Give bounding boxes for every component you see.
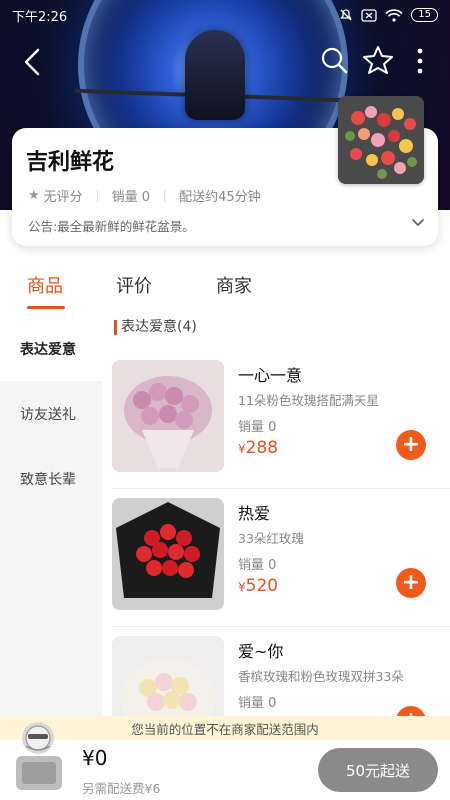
- product-name: 爱~你: [238, 642, 284, 661]
- meta-divider: [164, 189, 166, 202]
- top-nav: [0, 42, 450, 82]
- status-time: 下午2:26: [12, 9, 68, 25]
- status-bar: 下午2:26 15: [0, 0, 450, 30]
- section-title: 表达爱意(4): [114, 320, 197, 335]
- product-name: 一心一意: [238, 366, 303, 385]
- chevron-down-icon[interactable]: [410, 214, 426, 230]
- meta-divider: [96, 189, 98, 202]
- store-sales: 销量 0: [111, 190, 151, 205]
- store-meta: ★ 无评分 销量 0 配送约45分钟: [28, 186, 261, 205]
- cart-icon[interactable]: [6, 716, 76, 796]
- product-image[interactable]: [112, 498, 224, 610]
- back-icon[interactable]: [18, 42, 52, 82]
- cart-bar: ¥0 另需配送费¥6 50元起送: [0, 722, 450, 800]
- product-image[interactable]: [112, 636, 224, 716]
- product-image[interactable]: [112, 360, 224, 472]
- product-item[interactable]: 热爱 33朵红玫瑰 销量 0 ¥520 +: [102, 498, 450, 636]
- store-name: 吉利鲜花: [26, 150, 115, 175]
- tab-products[interactable]: 商品: [27, 272, 63, 298]
- sidebar-item-express-love[interactable]: 表达爱意: [0, 316, 102, 381]
- mute-icon: [340, 9, 353, 21]
- tab-merchant[interactable]: 商家: [216, 272, 252, 298]
- product-sales: 销量 0: [238, 696, 277, 711]
- product-item[interactable]: 一心一意 11朵粉色玫瑰搭配满天星 销量 0 ¥288 +: [102, 360, 450, 498]
- product-description: 33朵红玫瑰: [238, 531, 304, 546]
- store-notice: 公告:最全最新鲜的鲜花盆景。: [28, 219, 195, 234]
- category-sidebar: 表达爱意 访友送礼 致意长辈: [0, 316, 102, 716]
- tab-active-indicator: [27, 306, 65, 309]
- product-description: 11朵粉色玫瑰搭配满天星: [238, 393, 379, 408]
- product-price: ¥288: [238, 438, 279, 458]
- product-item[interactable]: 爱~你 香槟玫瑰和粉色玫瑰双拼33朵 销量 0 ¥520 +: [102, 636, 450, 716]
- store-delivery-time: 配送约45分钟: [179, 190, 261, 205]
- wifi-icon: [385, 8, 403, 22]
- add-to-cart-button[interactable]: +: [396, 706, 426, 716]
- store-logo-image: [338, 96, 424, 184]
- checkout-button[interactable]: 50元起送: [318, 748, 438, 792]
- favorite-star-icon[interactable]: [362, 44, 394, 76]
- store-rating: 无评分: [43, 190, 83, 205]
- sidebar-item-elders[interactable]: 致意长辈: [0, 446, 102, 511]
- rating-star-icon: ★: [28, 188, 40, 203]
- tab-bar: 商品 评价 商家: [0, 270, 450, 314]
- search-icon[interactable]: [318, 44, 350, 76]
- sim-icon: [361, 8, 377, 22]
- more-options-icon[interactable]: [414, 46, 426, 76]
- tab-reviews[interactable]: 评价: [116, 272, 152, 298]
- product-list: 表达爱意(4) 一心一意 11朵粉色玫瑰搭配满天星 销量 0 ¥288 + 热爱…: [102, 316, 450, 716]
- row-divider: [112, 626, 450, 627]
- product-name: 热爱: [238, 504, 271, 523]
- add-to-cart-button[interactable]: +: [396, 568, 426, 598]
- product-description: 香槟玫瑰和粉色玫瑰双拼33朵: [238, 669, 404, 684]
- product-sales: 销量 0: [238, 420, 277, 435]
- row-divider: [112, 488, 450, 489]
- delivery-fee: 另需配送费¥6: [82, 781, 161, 796]
- add-to-cart-button[interactable]: +: [396, 430, 426, 460]
- product-price: ¥520: [238, 576, 279, 596]
- cart-total: ¥0: [82, 746, 108, 770]
- sidebar-item-visit-gift[interactable]: 访友送礼: [0, 381, 102, 446]
- product-sales: 销量 0: [238, 558, 277, 573]
- battery-indicator: 15: [411, 8, 438, 22]
